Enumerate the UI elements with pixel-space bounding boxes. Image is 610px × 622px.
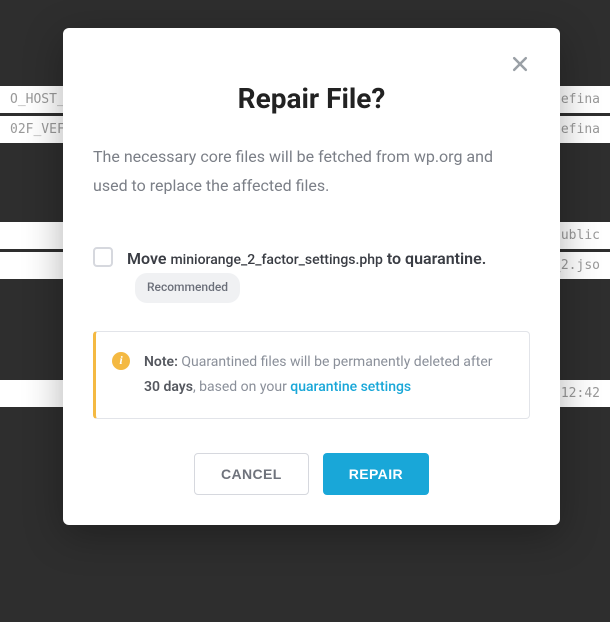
modal-title: Repair File? (93, 82, 530, 115)
repair-file-modal: Repair File? The necessary core files wi… (63, 28, 560, 525)
cancel-button[interactable]: CANCEL (194, 453, 309, 495)
quarantine-label: Move miniorange_2_factor_settings.php to… (127, 245, 530, 303)
recommended-badge: Recommended (135, 273, 240, 303)
filename: miniorange_2_factor_settings.php (170, 252, 382, 268)
quarantine-option: Move miniorange_2_factor_settings.php to… (93, 245, 530, 303)
repair-button[interactable]: REPAIR (323, 453, 429, 495)
close-icon[interactable] (510, 54, 530, 74)
info-icon: i (112, 352, 130, 370)
modal-description: The necessary core files will be fetched… (93, 143, 530, 201)
note-text: Note: Quarantined files will be permanen… (144, 350, 511, 400)
quarantine-settings-link[interactable]: quarantine settings (290, 379, 411, 395)
modal-actions: CANCEL REPAIR (93, 453, 530, 495)
quarantine-checkbox[interactable] (93, 247, 113, 267)
note-box: i Note: Quarantined files will be perman… (93, 331, 530, 419)
